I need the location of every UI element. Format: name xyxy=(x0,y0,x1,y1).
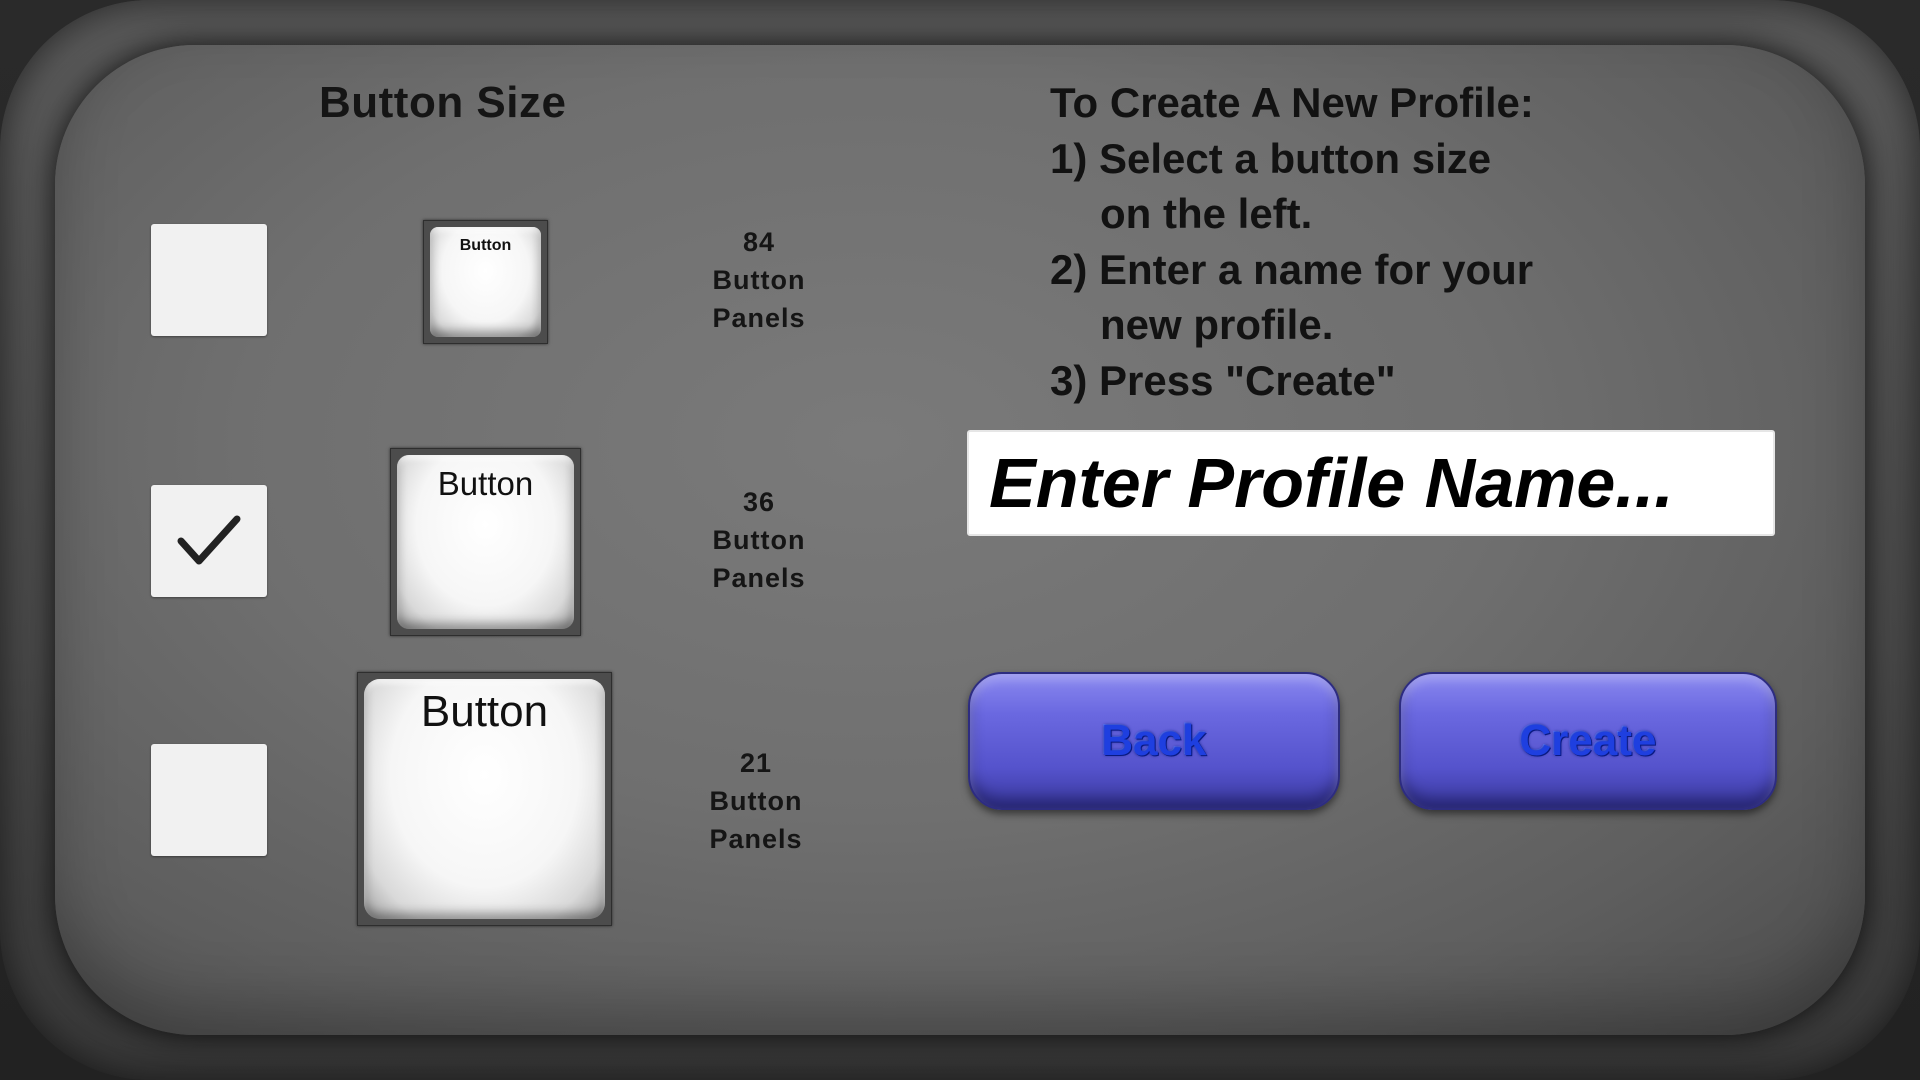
button-preview-small-label: Button xyxy=(459,237,512,254)
size-checkbox-small[interactable] xyxy=(151,224,267,336)
instructions-step2: 2) Enter a name for your xyxy=(1050,245,1534,293)
back-button-label: Back xyxy=(1101,716,1207,765)
instructions-step3: 3) Press "Create" xyxy=(1050,356,1396,404)
button-preview-large: Button xyxy=(357,672,612,926)
button-preview-medium-label: Button xyxy=(437,465,534,502)
instructions-heading: To Create A New Profile: xyxy=(1050,79,1534,126)
button-preview-small: Button xyxy=(423,220,548,344)
create-button[interactable]: Create xyxy=(1399,672,1777,810)
button-size-title: Button Size xyxy=(319,78,567,127)
instructions: To Create A New Profile: 1) Select a but… xyxy=(1050,75,1534,408)
size-checkbox-large[interactable] xyxy=(151,744,267,856)
panel-count-large: 21 Button Panels xyxy=(709,748,803,854)
panel-count-medium: 36 Button Panels xyxy=(712,487,806,593)
main-panel xyxy=(55,45,1865,1035)
button-preview-large-label: Button xyxy=(420,687,549,736)
instructions-step1: 1) Select a button size xyxy=(1050,134,1492,182)
instructions-step2-cont: new profile. xyxy=(1100,301,1334,348)
panel-count-small: 84 Button Panels xyxy=(712,227,806,333)
screen-frame: Button Size Button 84 Button Panels Butt… xyxy=(0,0,1920,1080)
checkmark-icon xyxy=(177,515,241,565)
back-button[interactable]: Back xyxy=(968,672,1340,810)
button-preview-medium: Button xyxy=(390,448,581,636)
create-button-label: Create xyxy=(1519,716,1657,765)
instructions-step1-cont: on the left. xyxy=(1100,190,1313,237)
profile-name-input[interactable] xyxy=(967,430,1775,536)
size-checkbox-medium[interactable] xyxy=(151,485,267,597)
